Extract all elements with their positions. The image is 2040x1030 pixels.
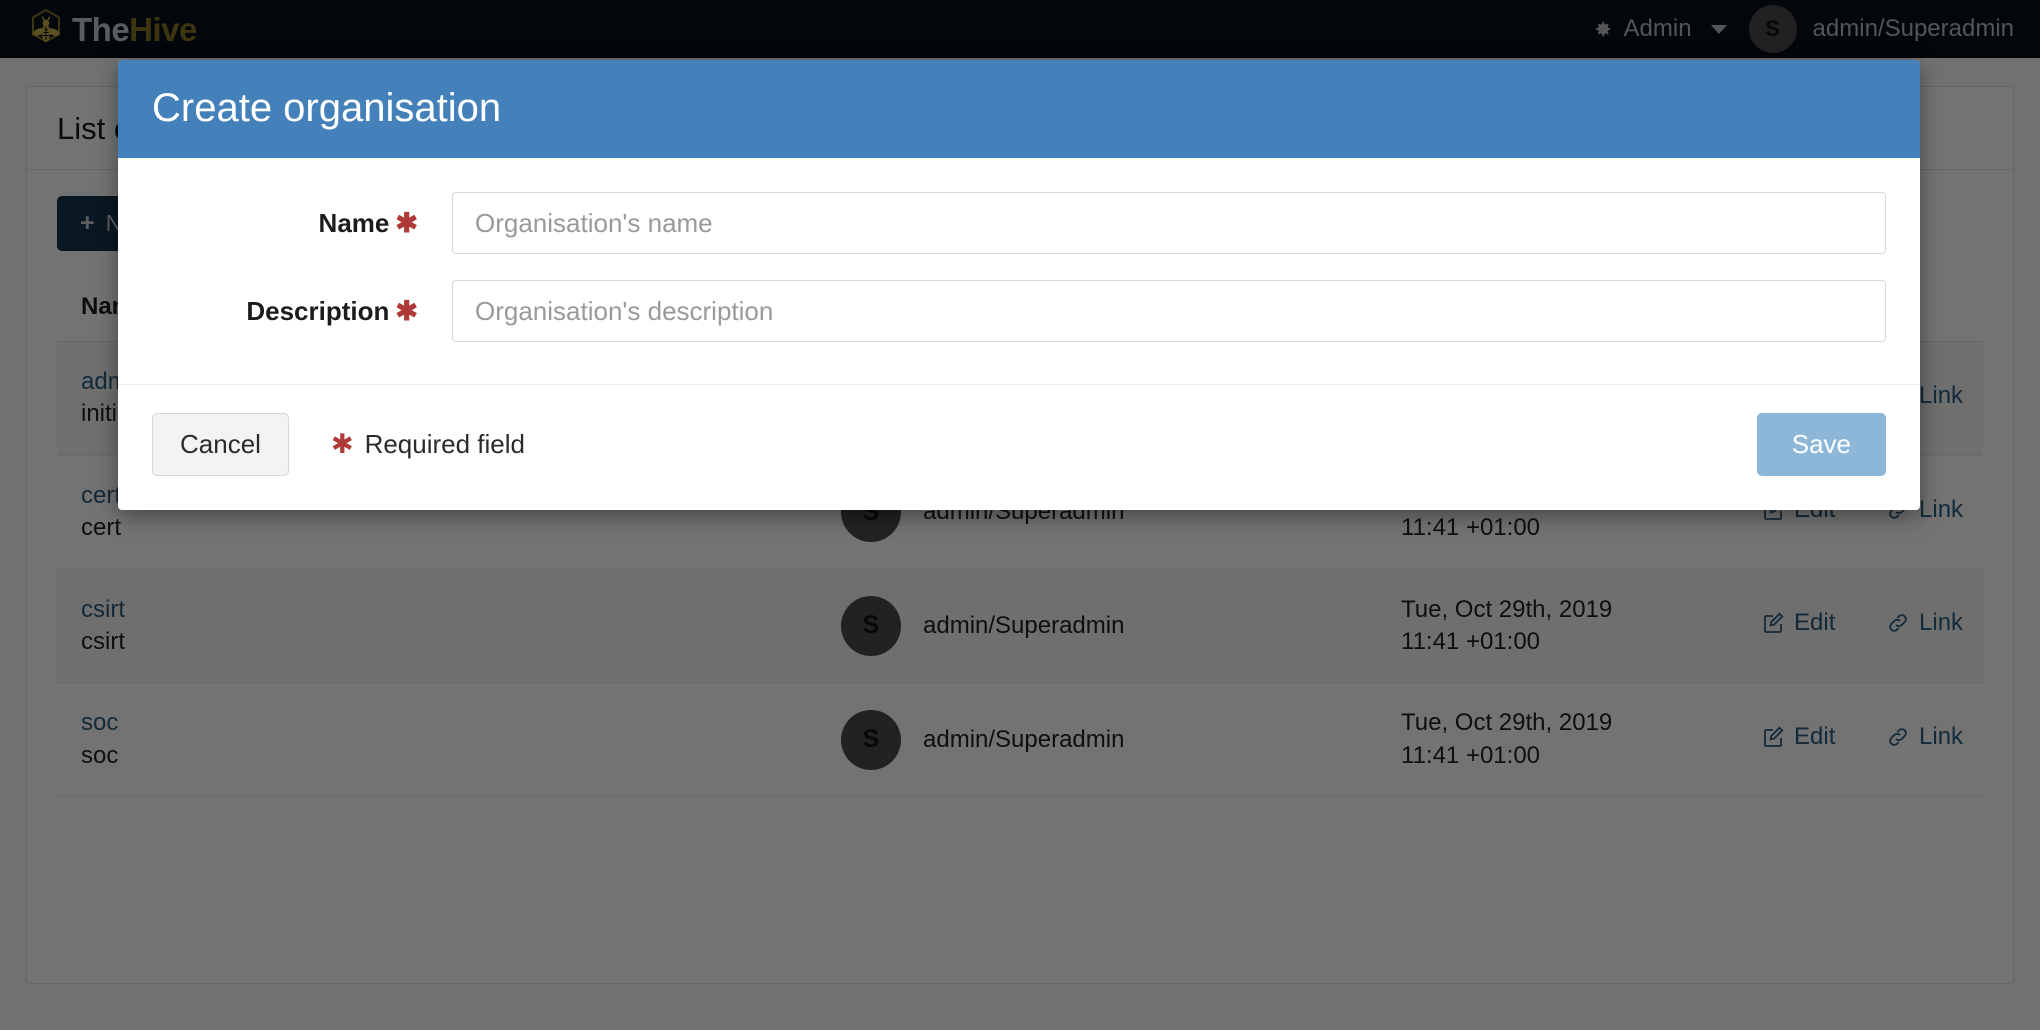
modal-body: Name✱ Description✱ [118,158,1920,384]
required-field-note-label: Required field [364,429,525,459]
name-input[interactable] [452,192,1886,254]
description-input[interactable] [452,280,1886,342]
description-field-label-text: Description [246,295,390,326]
app-root: TheHive Admin S admin/Superadmin [0,0,2040,1030]
required-asterisk-icon: ✱ [395,295,418,326]
description-field-label: Description ✱ [152,296,452,327]
modal-footer: Cancel ✱ Required field Save [118,384,1920,510]
required-asterisk-icon: ✱ [395,207,418,238]
modal-title: Create organisation [152,86,502,130]
modal-header: Create organisation [118,60,1920,158]
save-button[interactable]: Save [1756,413,1886,476]
name-field-label: Name ✱ [152,208,452,239]
create-organisation-modal: Create organisation Name✱ Description✱ C… [118,60,1920,510]
cancel-button[interactable]: Cancel [152,413,289,476]
form-row-name: Name ✱ [152,192,1886,254]
form-row-description: Description ✱ [152,280,1886,342]
required-field-note: ✱ Required field [325,429,525,460]
required-asterisk-icon: ✱ [330,429,354,459]
name-field-label-text: Name [318,207,390,238]
